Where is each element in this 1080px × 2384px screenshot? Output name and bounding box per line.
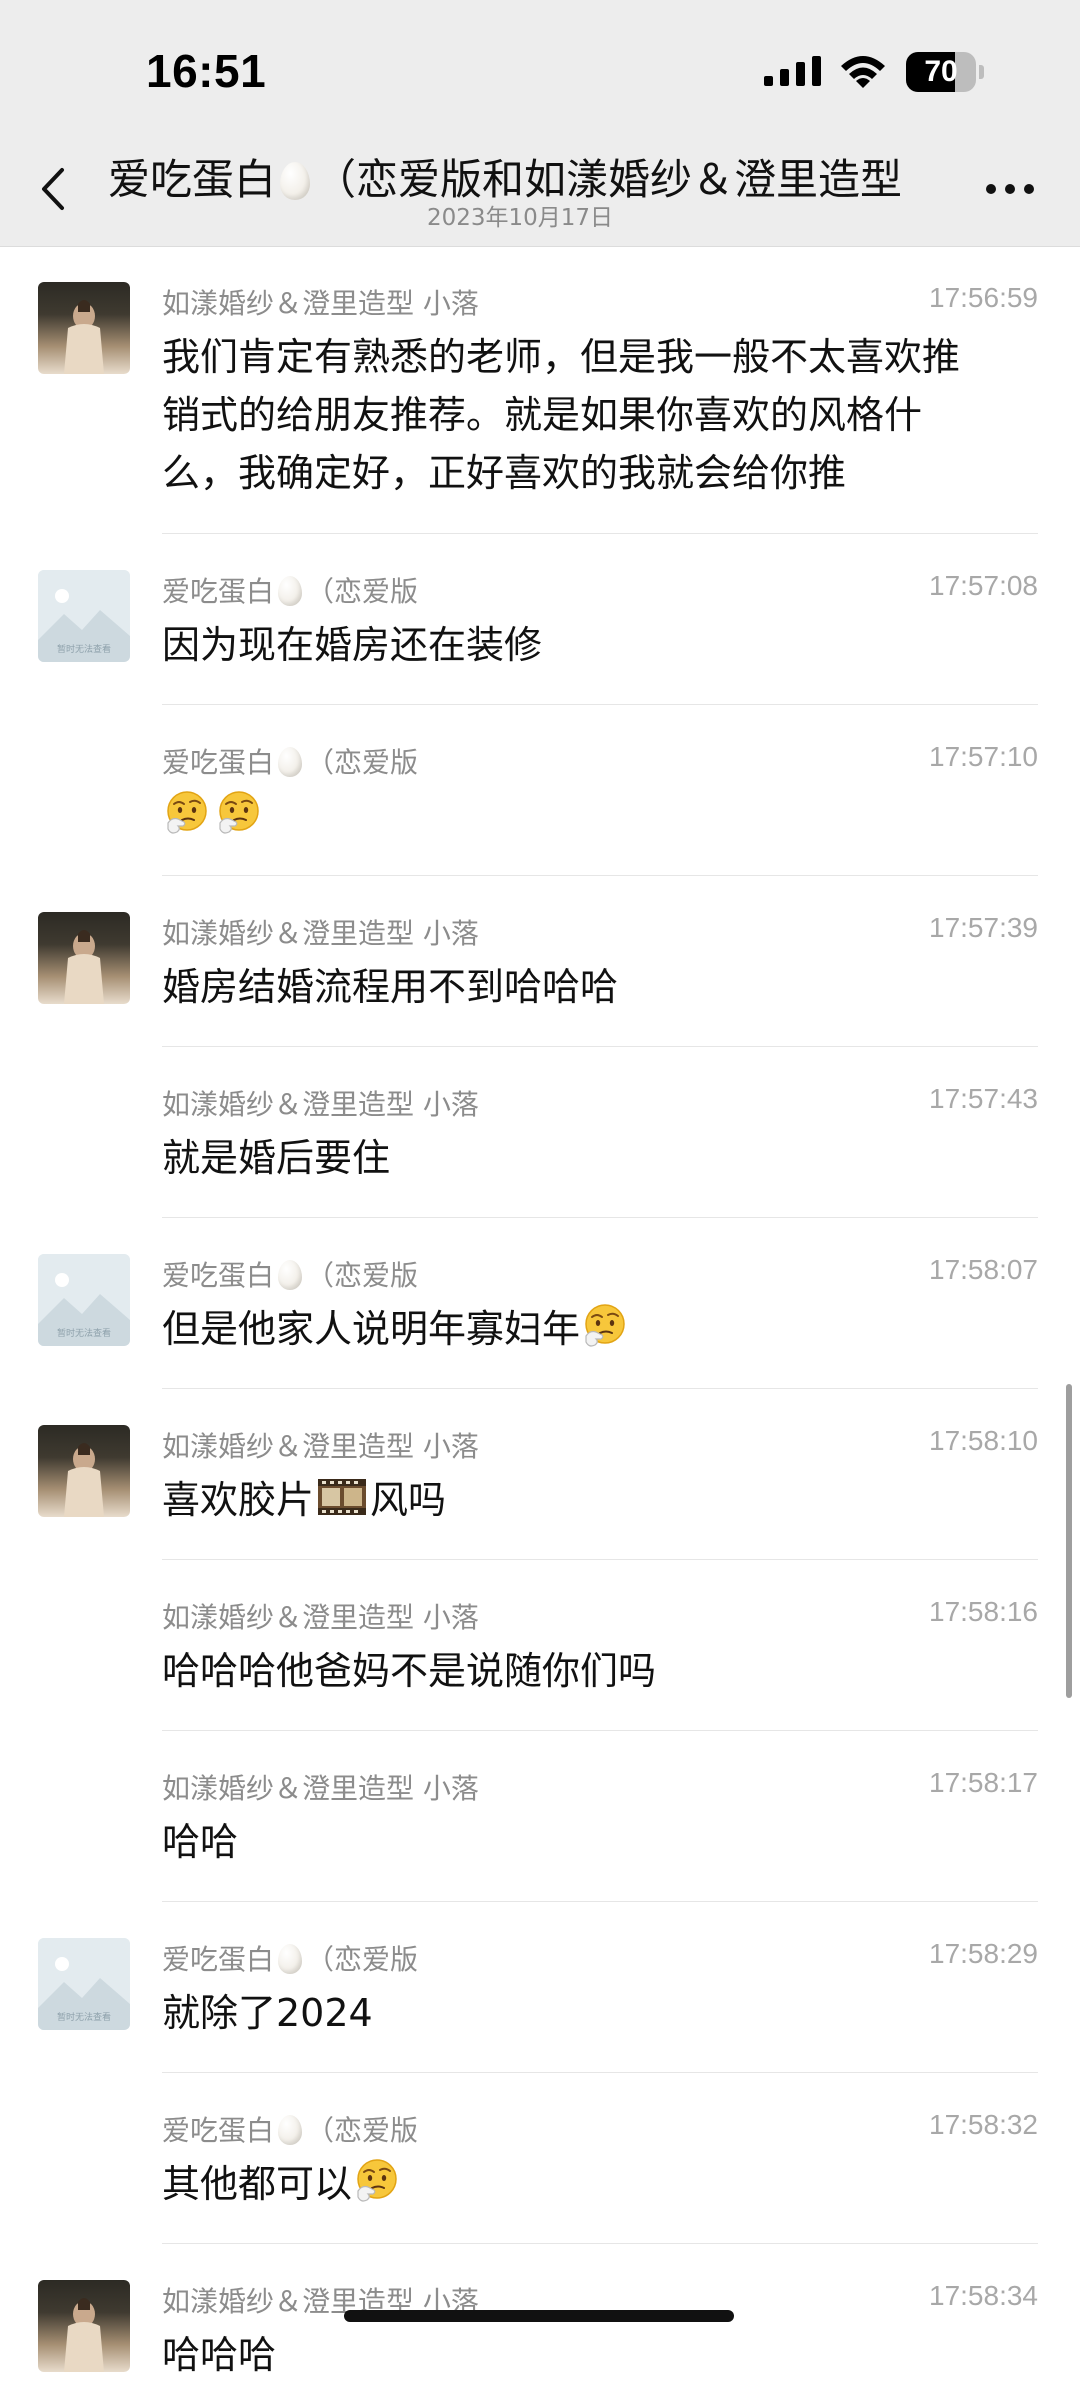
message-divider (162, 2243, 1038, 2244)
avatar-unavailable-label: 暂时无法查看 (56, 2013, 111, 2023)
message-text: 哈哈哈他爸妈不是说随你们吗 (162, 1649, 657, 1693)
message-time: 17:58:29 (929, 1938, 1038, 1969)
header-bar: 16:51 70 爱吃蛋白 （恋爱版和如漾婚纱＆澄里造型 2023年10月17日 (0, 0, 1080, 247)
message-divider (162, 1217, 1038, 1218)
message-divider (162, 1901, 1038, 1902)
scrollbar[interactable] (1066, 1384, 1072, 1698)
message-divider (162, 875, 1038, 876)
message-text (162, 787, 1032, 845)
cellular-signal-icon (764, 56, 821, 86)
message-text: 就是婚后要住 (162, 1136, 391, 1180)
message-divider (162, 2072, 1038, 2073)
battery-icon: 70 (906, 52, 986, 92)
thinking-face-emoji (580, 1302, 630, 1352)
message-time: 17:58:34 (929, 2280, 1038, 2311)
message-time: 17:57:39 (929, 912, 1038, 943)
avatar[interactable] (38, 1425, 130, 1517)
sender-name: 如漾婚纱＆澄里造型 小落 (162, 1088, 479, 1121)
message-text: 但是他家人说明年寡妇年 (162, 1300, 1032, 1358)
message-divider (162, 1046, 1038, 1047)
sender-name: 爱吃蛋白 （恋爱版 (162, 1259, 419, 1292)
thinking-face-emoji (214, 789, 264, 839)
more-icon[interactable] (984, 182, 1036, 196)
avatar[interactable] (38, 912, 130, 1004)
message-divider (162, 1730, 1038, 1731)
message-text: 喜欢胶片 风吗 (162, 1471, 1032, 1529)
message-time: 17:58:32 (929, 2109, 1038, 2140)
message-time: 17:58:16 (929, 1596, 1038, 1627)
message-time: 17:56:59 (929, 282, 1038, 313)
thinking-face-emoji (352, 2157, 402, 2207)
message-time: 17:58:07 (929, 1254, 1038, 1285)
message-text: 哈哈哈 (162, 2333, 277, 2377)
message-line: 销式的给朋友推荐。就是如果你喜欢的风格什 (162, 393, 923, 437)
sender-name: 如漾婚纱＆澄里造型 小落 (162, 1430, 479, 1463)
sender-name: 爱吃蛋白 （恋爱版 (162, 1943, 419, 1976)
message-divider (162, 1559, 1038, 1560)
sender-name: 如漾婚纱＆澄里造型 小落 (162, 917, 479, 950)
avatar-unavailable-label: 暂时无法查看 (56, 1329, 111, 1339)
home-indicator[interactable] (344, 2310, 734, 2322)
message-time: 17:57:43 (929, 1083, 1038, 1114)
message-text: 其他都可以 (162, 2155, 1032, 2213)
message-text: 婚房结婚流程用不到哈哈哈 (162, 965, 619, 1009)
egg-icon (278, 747, 303, 777)
avatar[interactable] (38, 2280, 130, 2372)
film-icon (316, 1473, 368, 1521)
egg-icon (278, 576, 303, 606)
egg-icon (280, 162, 311, 200)
thinking-face-emoji (162, 789, 212, 839)
avatar[interactable]: 暂时无法查看 (38, 1254, 130, 1346)
message-text: 哈哈 (162, 1820, 239, 1864)
message-divider (162, 533, 1038, 534)
egg-icon (278, 1260, 303, 1290)
avatar[interactable] (38, 282, 130, 374)
avatar[interactable]: 暂时无法查看 (38, 1938, 130, 2030)
message-divider (162, 1388, 1038, 1389)
status-time: 16:51 (146, 45, 267, 97)
message-text: 因为现在婚房还在装修 (162, 623, 543, 667)
egg-icon (278, 2115, 303, 2145)
message-time: 17:58:10 (929, 1425, 1038, 1456)
message-divider (162, 704, 1038, 705)
sender-name: 爱吃蛋白 （恋爱版 (162, 746, 419, 779)
message-time: 17:58:17 (929, 1767, 1038, 1798)
message-line: 么，我确定好，正好喜欢的我就会给你推 (162, 451, 847, 495)
egg-icon (278, 1944, 303, 1974)
sender-name: 如漾婚纱＆澄里造型 小落 (162, 287, 479, 320)
chat-title-suffix: （恋爱版和如漾婚纱＆澄里造型 (314, 155, 903, 204)
message-time: 17:57:08 (929, 570, 1038, 601)
avatar-unavailable-label: 暂时无法查看 (56, 645, 111, 655)
chat-title-prefix: 爱吃蛋白 (108, 155, 277, 204)
chat-title[interactable]: 爱吃蛋白 （恋爱版和如漾婚纱＆澄里造型 (108, 146, 968, 206)
avatar[interactable]: 暂时无法查看 (38, 570, 130, 662)
sender-name: 如漾婚纱＆澄里造型 小落 (162, 1772, 479, 1805)
sender-name: 爱吃蛋白 （恋爱版 (162, 2114, 419, 2147)
sender-name: 爱吃蛋白 （恋爱版 (162, 575, 419, 608)
message-text: 就除了2024 (162, 1991, 373, 2035)
message-time: 17:57:10 (929, 741, 1038, 772)
message-line: 我们肯定有熟悉的老师，但是我一般不太喜欢推 (162, 335, 961, 379)
wifi-icon (841, 56, 885, 88)
message-text: 我们肯定有熟悉的老师，但是我一般不太喜欢推 销式的给朋友推荐。就是如果你喜欢的风… (162, 328, 1032, 502)
chat-date: 2023年10月17日 (426, 205, 614, 231)
sender-name: 如漾婚纱＆澄里造型 小落 (162, 1601, 479, 1634)
battery-percent: 70 (924, 55, 958, 88)
